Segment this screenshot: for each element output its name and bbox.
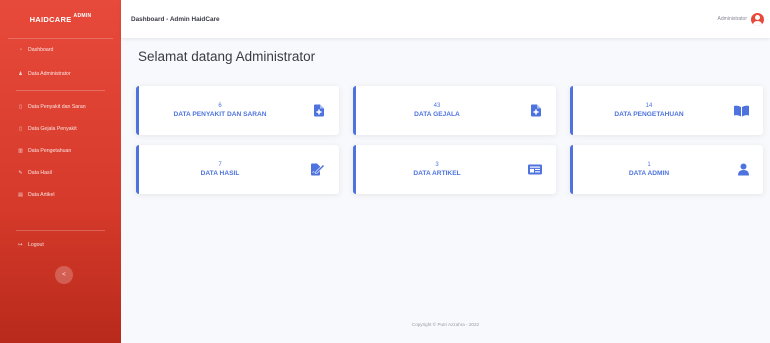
sidebar-divider [16,90,105,91]
sidebar-item-label: Data Penyakit dan Saran [28,104,86,110]
file-medical-icon [313,104,325,117]
newspaper-icon: ▤ [18,192,23,198]
card-label: DATA GEJALA [414,110,460,118]
sidebar-toggle-button[interactable]: < [55,266,73,284]
stat-card-admin[interactable]: 1 DATA ADMIN [570,145,763,194]
card-count: 43 [433,102,441,109]
card-body: 7 DATA HASIL [139,145,301,194]
card-body: 14 DATA PENGETAHUAN [573,86,725,135]
file-signature-icon: ✎ [18,170,23,176]
sidebar-item-data-pengetahuan[interactable]: ▥ Data Pengetahuan [0,140,121,162]
sidebar-item-logout[interactable]: ↦ Logout [0,234,121,256]
sidebar: HAIDCARE ADMIN ◔ Dashboard ♟ Data Admini… [0,0,121,343]
user-dropdown[interactable]: Administrator [717,12,764,26]
sidebar-divider [16,230,105,231]
sidebar-item-label: Data Pengetahuan [28,148,72,154]
topbar: Dashboard - Admin HaidCare Administrator [121,0,770,38]
stat-card-pengetahuan[interactable]: 14 DATA PENGETAHUAN [570,86,763,135]
stat-card-hasil[interactable]: 7 DATA HASIL [136,145,339,194]
card-body: 3 DATA ARTIKEL [356,145,518,194]
page-header-title: Dashboard - Admin HaidCare [131,15,220,23]
brand-name: HAIDCARE [29,14,72,24]
sign-out-icon: ↦ [18,242,23,248]
user-name: Administrator [717,16,747,22]
user-icon [737,163,749,176]
stat-card-artikel[interactable]: 3 DATA ARTIKEL [353,145,556,194]
tachometer-icon: ◔ [18,47,23,53]
card-label: DATA ARTIKEL [413,169,461,177]
card-count: 1 [647,161,651,168]
newspaper-icon [528,163,542,176]
book-open-icon [734,104,749,117]
file-icon: ▯ [19,104,22,110]
card-label: DATA ADMIN [628,169,670,177]
card-body: 43 DATA GEJALA [356,86,518,135]
book-icon: ▥ [18,148,23,154]
card-body: 6 DATA PENYAKIT DAN SARAN [139,86,301,135]
chevron-left-icon: < [62,272,66,278]
sidebar-item-data-hasil[interactable]: ✎ Data Hasil [0,162,121,184]
sidebar-item-label: Data Artikel [28,192,55,198]
sidebar-item-label: Data Hasil [28,170,52,176]
sidebar-item-label: Logout [28,242,44,248]
sidebar-item-data-gejala[interactable]: ▯ Data Gejala Penyakit [0,118,121,140]
page-title: Selamat datang Administrator [138,49,316,64]
sidebar-item-label: Data Administrator [28,71,71,77]
sidebar-item-label: Dashboard [28,47,54,53]
card-count: 6 [218,102,222,109]
stat-card-gejala[interactable]: 43 DATA GEJALA [353,86,556,135]
brand-suffix: ADMIN [73,13,92,19]
sidebar-item-label: Data Gejala Penyakit [28,126,77,132]
card-body: 1 DATA ADMIN [573,145,725,194]
avatar [751,12,764,26]
sidebar-item-data-artikel[interactable]: ▤ Data Artikel [0,184,121,206]
file-icon: ▯ [19,126,22,132]
sidebar-item-data-administrator[interactable]: ♟ Data Administrator [0,62,121,86]
sidebar-brand[interactable]: HAIDCARE ADMIN [0,0,121,38]
sidebar-item-dashboard[interactable]: ◔ Dashboard [0,38,121,62]
file-medical-icon [530,104,542,117]
user-icon: ♟ [18,71,23,77]
card-label: DATA HASIL [200,169,240,177]
stat-card-penyakit[interactable]: 6 DATA PENYAKIT DAN SARAN [136,86,339,135]
card-count: 3 [435,161,439,168]
file-signature-icon [311,163,325,176]
sidebar-item-data-penyakit[interactable]: ▯ Data Penyakit dan Saran [0,96,121,118]
card-count: 7 [218,161,222,168]
card-label: DATA PENYAKIT DAN SARAN [173,110,267,118]
footer-copyright: Copyright © Putri Azzahra - 2022 [411,322,480,327]
card-label: DATA PENGETAHUAN [614,110,684,118]
card-count: 14 [645,102,653,109]
